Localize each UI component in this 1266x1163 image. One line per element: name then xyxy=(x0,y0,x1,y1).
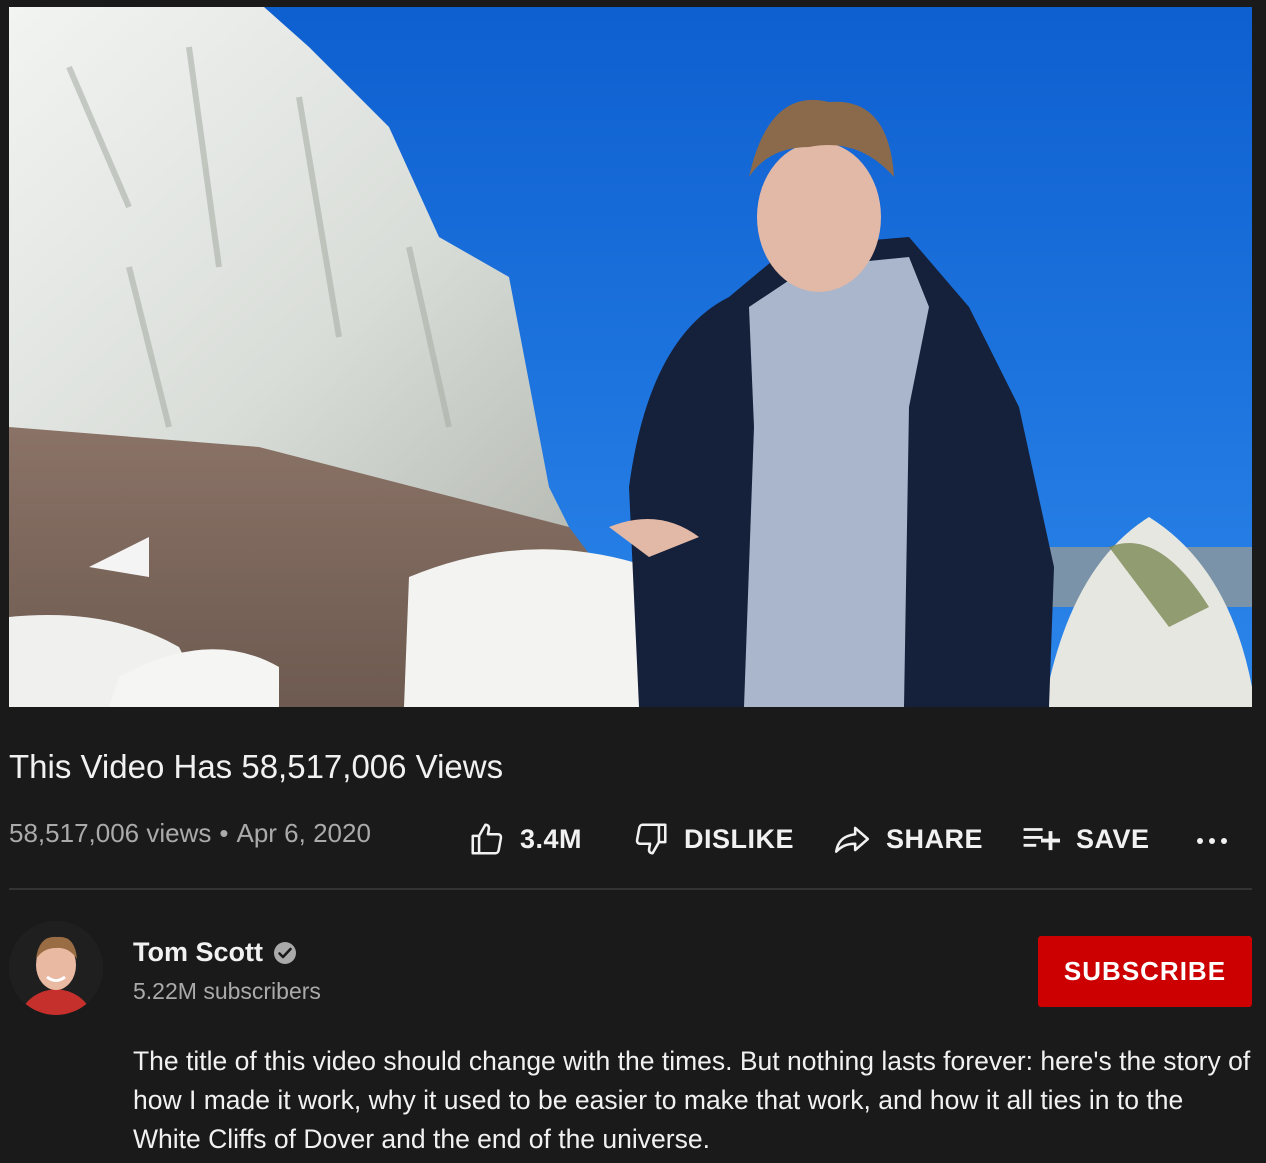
action-bar: 3.4M DISLIKE SHARE SAVE xyxy=(0,816,1266,862)
dislike-label: DISLIKE xyxy=(684,823,795,854)
video-frame xyxy=(9,7,1252,707)
share-button[interactable]: SHARE xyxy=(832,816,983,862)
share-label: SHARE xyxy=(886,823,984,854)
like-count: 3.4M xyxy=(520,823,583,854)
verified-check-icon xyxy=(274,941,296,964)
more-horizontal-icon xyxy=(1197,838,1227,844)
section-divider xyxy=(9,888,1252,890)
video-description: The title of this video should change wi… xyxy=(133,1046,1251,1154)
save-label: SAVE xyxy=(1076,823,1150,854)
channel-avatar[interactable] xyxy=(9,921,103,1015)
channel-name[interactable]: Tom Scott xyxy=(133,937,297,968)
video-player[interactable] xyxy=(9,7,1252,707)
video-title: This Video Has 58,517,006 Views xyxy=(9,748,504,785)
more-actions-button[interactable] xyxy=(1194,816,1244,862)
channel-name-text: Tom Scott xyxy=(133,937,263,967)
subscriber-count: 5.22M subscribers xyxy=(133,978,321,1004)
playlist-add-icon xyxy=(1023,828,1060,851)
thumbs-down-icon xyxy=(635,823,667,855)
like-button[interactable]: 3.4M xyxy=(468,816,582,862)
avatar-image xyxy=(9,921,103,1015)
thumbs-up-icon xyxy=(471,823,503,855)
subscribe-button[interactable]: SUBSCRIBE xyxy=(1038,936,1252,1007)
save-button[interactable]: SAVE xyxy=(1020,816,1150,862)
dislike-button[interactable]: DISLIKE xyxy=(632,816,794,862)
share-arrow-icon xyxy=(834,826,870,853)
